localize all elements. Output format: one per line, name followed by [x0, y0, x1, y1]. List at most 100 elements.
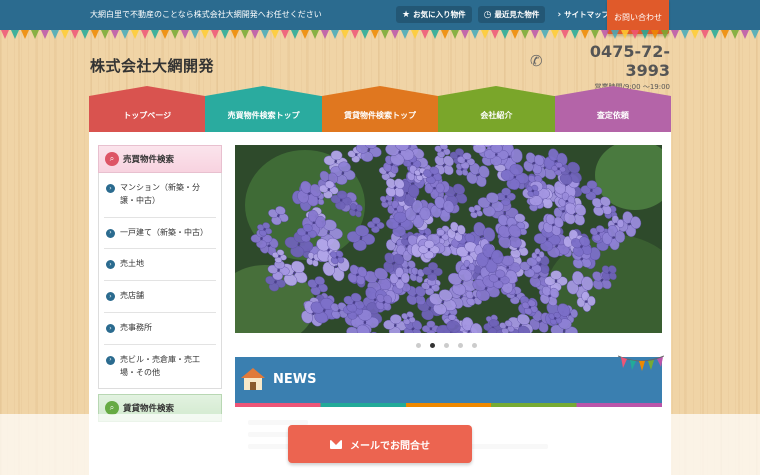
house-icon: [241, 368, 265, 390]
chevron-right-icon: ›: [106, 228, 115, 238]
bunting-flag: [161, 30, 169, 39]
bunting-flag: [361, 30, 369, 39]
bunting-flag: [691, 30, 699, 39]
bunting-flag: [571, 30, 579, 39]
list-item-label: 売店舗: [120, 291, 144, 301]
list-item-label: 一戸建て（新築・中古）: [120, 227, 208, 237]
nav-appraisal[interactable]: 査定依頼: [554, 86, 672, 132]
bunting-flag: [341, 30, 349, 39]
mail-contact-button[interactable]: メールでお問合せ: [288, 425, 472, 463]
bunting-flag: [451, 30, 459, 39]
bunting-flag: [71, 30, 79, 39]
sale-search-title: 売買物件検索: [123, 155, 175, 165]
bunting-flag: [241, 30, 249, 39]
sidebar-item-shop[interactable]: › 売店舗: [104, 281, 216, 313]
chevron-right-icon: ›: [106, 355, 115, 365]
bunting-flag: [251, 30, 259, 39]
news-title: NEWS: [273, 372, 317, 387]
bunting-flag: [681, 30, 689, 39]
bunting-flag: [401, 30, 409, 39]
recently-viewed-link[interactable]: ◷ 最近見た物件: [477, 6, 546, 23]
phone-number[interactable]: ✆ 0475-72-3993: [530, 42, 670, 80]
flag-garland-icon: [618, 355, 664, 371]
header-links: ★ お気に入り物件 ◷ 最近見た物件 › サイトマップ: [396, 6, 615, 23]
contact-tab[interactable]: お問い合わせ: [607, 0, 669, 34]
bunting-flag: [261, 30, 269, 39]
chevron-right-icon: ›: [106, 260, 115, 270]
bunting-flag: [11, 30, 19, 39]
bunting-flag: [441, 30, 449, 39]
bunting-flag: [391, 30, 399, 39]
bunting-flag: [31, 30, 39, 39]
slider-dot[interactable]: [416, 343, 421, 348]
bunting-flag: [631, 30, 639, 39]
bunting-flag: [491, 30, 499, 39]
bunting-flag: [371, 30, 379, 39]
list-item-label: マンション（新築・分譲・中古）: [120, 183, 200, 205]
slider-dots: [416, 343, 477, 348]
bunting-flag: [291, 30, 299, 39]
bunting-flag: [301, 30, 309, 39]
bunting-flag: [661, 30, 669, 39]
bunting-flag: [511, 30, 519, 39]
nav-label: 賃貸物件検索トップ: [344, 111, 417, 120]
sitemap-label: サイトマップ: [564, 10, 610, 19]
slider-dot[interactable]: [472, 343, 477, 348]
bunting-flag: [711, 30, 719, 39]
sidebar-item-office[interactable]: › 売事務所: [104, 313, 216, 345]
bunting-flag: [321, 30, 329, 39]
favorites-label: お気に入り物件: [413, 10, 466, 19]
bunting-flag: [221, 30, 229, 39]
slider-dot[interactable]: [444, 343, 449, 348]
bunting-flag: [131, 30, 139, 39]
hero-slider-image[interactable]: [235, 145, 662, 333]
sitemap-link[interactable]: › サイトマップ: [551, 6, 615, 23]
chevron-right-icon: ›: [106, 323, 115, 333]
bunting-flag: [81, 30, 89, 39]
bunting-flag: [501, 30, 509, 39]
bunting-flag: [431, 30, 439, 39]
list-item-label: 売事務所: [120, 322, 152, 332]
sidebar-item-house[interactable]: › 一戸建て（新築・中古）: [104, 218, 216, 250]
phone-block: ✆ 0475-72-3993 営業時間/9:00 〜19:00: [530, 42, 670, 92]
slider-dot-active[interactable]: [430, 343, 435, 348]
bunting-flag: [101, 30, 109, 39]
bunting-flag: [151, 30, 159, 39]
bunting-flag: [351, 30, 359, 39]
bunting-flag: [701, 30, 709, 39]
nav-company[interactable]: 会社紹介: [438, 86, 555, 132]
favorites-link[interactable]: ★ お気に入り物件: [396, 6, 472, 23]
rent-search-title: 賃貸物件検索: [123, 404, 175, 414]
bunting-flag: [191, 30, 199, 39]
bunting-flag: [1, 30, 9, 39]
color-stripe: [235, 403, 662, 407]
bunting-flag: [141, 30, 149, 39]
bunting-flag: [121, 30, 129, 39]
recently-viewed-label: 最近見た物件: [494, 10, 540, 19]
bunting-flag: [531, 30, 539, 39]
sidebar-item-building[interactable]: › 売ビル・売倉庫・売工場・その他: [104, 345, 216, 389]
bunting-flag: [601, 30, 609, 39]
list-item-label: 売ビル・売倉庫・売工場・その他: [120, 354, 200, 377]
nav-label: 売買物件検索トップ: [227, 111, 300, 120]
chevron-right-icon: ›: [106, 292, 115, 302]
bunting-flag: [411, 30, 419, 39]
sale-search-heading: ⌕ 売買物件検索: [98, 145, 222, 173]
history-icon: ◷: [483, 9, 492, 20]
nav-top-page[interactable]: トップページ: [89, 86, 206, 132]
nav-rent-search[interactable]: 賃貸物件検索トップ: [321, 86, 439, 132]
bunting-flag: [521, 30, 529, 39]
slider-dot[interactable]: [458, 343, 463, 348]
chevron-right-icon: ›: [557, 9, 562, 20]
bunting-flag: [421, 30, 429, 39]
bunting-flag: [561, 30, 569, 39]
chevron-right-icon: ›: [106, 184, 115, 193]
bunting-flag: [201, 30, 209, 39]
company-logo[interactable]: 株式会社大網開発: [90, 55, 214, 76]
bunting-flag: [721, 30, 729, 39]
nav-sale-search[interactable]: 売買物件検索トップ: [205, 86, 322, 132]
bunting-flag: [41, 30, 49, 39]
bunting-flag: [641, 30, 649, 39]
sidebar-item-land[interactable]: › 売土地: [104, 249, 216, 282]
sidebar-item-mansion[interactable]: › マンション（新築・分譲・中古）: [104, 173, 216, 218]
